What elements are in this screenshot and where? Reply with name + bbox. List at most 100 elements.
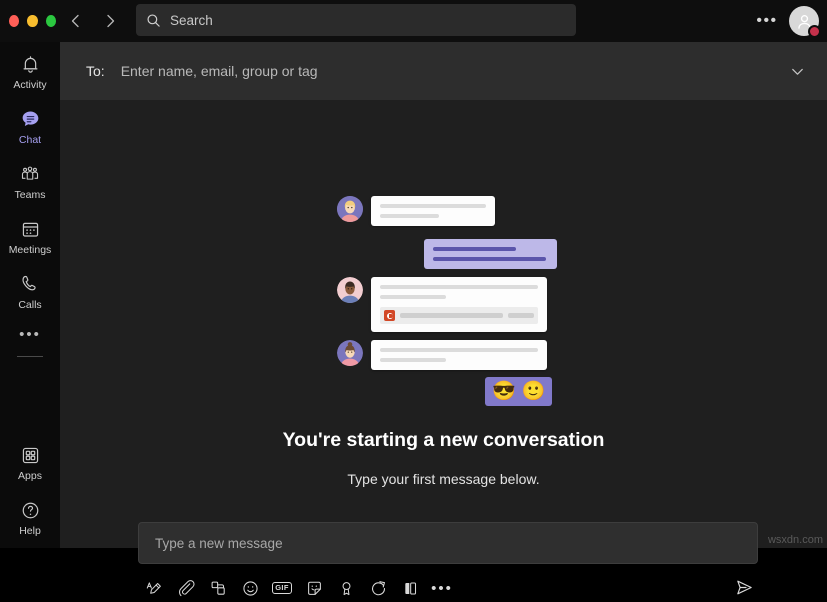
meet-now-button[interactable] [362,575,394,601]
send-button[interactable] [730,574,758,600]
sidebar-item-teams[interactable]: Teams [0,152,60,207]
attach-icon [178,579,195,596]
question-circle-icon [17,497,43,523]
illustration-message-incoming-1 [337,196,495,226]
maximize-window-button[interactable] [45,15,56,27]
avatar-dark-hair [337,277,363,303]
conversation-canvas: 😎 🙂 You're starting a new conversation T… [60,100,827,596]
bubble-line [380,214,440,218]
bubble-line [380,285,538,289]
message-composer: Type a new message GIF ••• [138,522,758,602]
bubble-line [380,358,447,362]
chevron-down-icon [791,68,803,75]
search-bar[interactable]: Search [136,4,576,36]
approvals-button[interactable] [394,575,426,601]
illustration-bubble [371,196,495,226]
illustration-message-incoming-2 [337,277,547,332]
message-input-placeholder: Type a new message [155,535,283,551]
gif-icon: GIF [271,581,293,595]
meet-now-icon [371,580,385,595]
powerpoint-file-icon [384,310,395,321]
praise-icon [342,581,350,595]
phone-icon [17,271,43,297]
bubble-line [380,348,538,352]
chat-bubble-icon [17,106,43,132]
illustration-message-incoming-3 [337,340,547,370]
illustration-bubble [371,340,547,370]
presence-badge-busy [808,25,821,38]
calendar-icon [17,216,43,242]
page-subtitle: Type your first message below. [347,471,540,487]
search-icon [147,13,160,27]
sidebar-item-label: Chat [18,134,42,146]
loop-components-button[interactable] [202,575,234,601]
format-icon [146,581,161,594]
emoji-bubble: 😎 🙂 [485,377,553,406]
account-avatar[interactable] [789,6,821,38]
teams-window: Search ••• Activity Chat Teams Meetings … [0,0,827,596]
attachment-meta-placeholder [508,313,534,318]
sunglasses-emoji-icon: 😎 [492,381,516,402]
sidebar-item-chat[interactable]: Chat [0,97,60,152]
recipient-input[interactable]: Enter name, email, group or tag [121,63,785,79]
search-input[interactable]: Search [170,13,213,28]
chevron-right-icon [107,14,115,28]
approvals-icon [404,581,416,595]
bubble-line [380,204,486,208]
avatar-blonde-glyph [337,196,363,222]
navigation-buttons [62,7,124,35]
apps-grid-icon [17,442,43,468]
loop-components-icon [211,581,225,595]
sidebar-item-meetings[interactable]: Meetings [0,207,60,262]
settings-more-button[interactable]: ••• [755,9,779,33]
sidebar-item-help[interactable]: Help [0,488,60,548]
sticker-button[interactable] [298,575,330,601]
empty-state-illustration: 😎 🙂 [337,196,557,406]
sidebar-divider [17,356,43,357]
message-input[interactable]: Type a new message [138,522,758,564]
sidebar-item-activity[interactable]: Activity [0,42,60,97]
gif-button[interactable]: GIF [266,575,298,601]
composer-toolbar: GIF ••• [138,574,758,602]
avatar-bun-glyph [337,340,363,366]
avatar-bun [337,340,363,366]
recipient-expand-button[interactable] [785,59,809,83]
illustration-bubble-out [424,239,557,269]
minimize-window-button[interactable] [27,15,38,27]
sidebar-item-label: Help [19,525,41,537]
format-button[interactable] [138,575,170,601]
sidebar-item-apps[interactable]: Apps [0,433,60,488]
sidebar-item-label: Apps [18,470,42,482]
sidebar-item-label: Calls [18,299,42,311]
app-rail: Activity Chat Teams Meetings Calls ••• A… [0,42,60,548]
back-button[interactable] [62,7,90,35]
bell-icon [17,51,43,77]
illustration-bubble-with-attachment [371,277,547,332]
illustration-message-outgoing-emoji: 😎 🙂 [485,377,553,406]
more-options-button[interactable]: ••• [426,575,458,601]
title-bar: Search ••• [0,0,827,42]
window-controls [0,15,56,27]
emoji-button[interactable] [234,575,266,601]
sidebar-item-calls[interactable]: Calls [0,262,60,317]
titlebar-right-cluster: ••• [755,0,821,42]
chat-bubble-glyph [22,110,38,126]
praise-button[interactable] [330,575,362,601]
emoji-icon [242,580,258,596]
sidebar-item-label: Meetings [8,244,52,256]
attach-button[interactable] [170,575,202,601]
sidebar-item-label: Teams [14,189,46,201]
sticker-icon [307,581,321,595]
bubble-line [380,295,447,299]
send-icon [736,580,752,594]
people-icon [17,161,43,187]
illustration-message-outgoing-1 [424,239,557,269]
attachment-name-placeholder [400,313,503,318]
forward-button[interactable] [96,7,124,35]
avatar-blonde [337,196,363,222]
close-window-button[interactable] [9,15,20,27]
sidebar-more-apps-button[interactable]: ••• [0,317,60,351]
smiley-emoji-icon: 🙂 [521,381,546,402]
main-content: To: Enter name, email, group or tag 😎 🙂 … [60,42,827,596]
avatar-dark-hair-glyph [337,277,363,303]
